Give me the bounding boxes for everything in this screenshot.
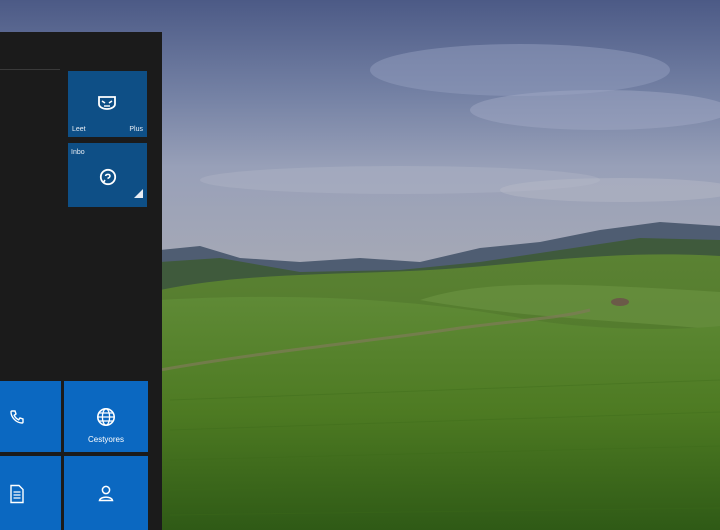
phone-icon	[9, 409, 25, 430]
tile-people[interactable]	[64, 456, 148, 530]
start-menu: Leet Plus Inbo Cestyores	[0, 32, 162, 530]
document-icon	[9, 484, 25, 509]
signal-icon	[134, 185, 143, 203]
person-icon	[97, 484, 115, 507]
tile-label-top: Inbo	[71, 149, 85, 156]
tile-label: Cestyores	[87, 435, 124, 444]
divider	[0, 69, 60, 70]
tile-phone[interactable]	[0, 381, 61, 452]
chat-icon	[99, 168, 117, 191]
globe-icon	[96, 407, 116, 432]
tile-document[interactable]	[0, 456, 61, 530]
tile-globe[interactable]: Cestyores	[64, 381, 148, 452]
tile-label-right: Plus	[129, 126, 143, 133]
tile-messages[interactable]: Inbo	[68, 143, 147, 207]
mask-icon	[97, 95, 117, 116]
tile-mail[interactable]: Leet Plus	[68, 71, 147, 137]
tile-label-left: Leet	[72, 126, 86, 133]
